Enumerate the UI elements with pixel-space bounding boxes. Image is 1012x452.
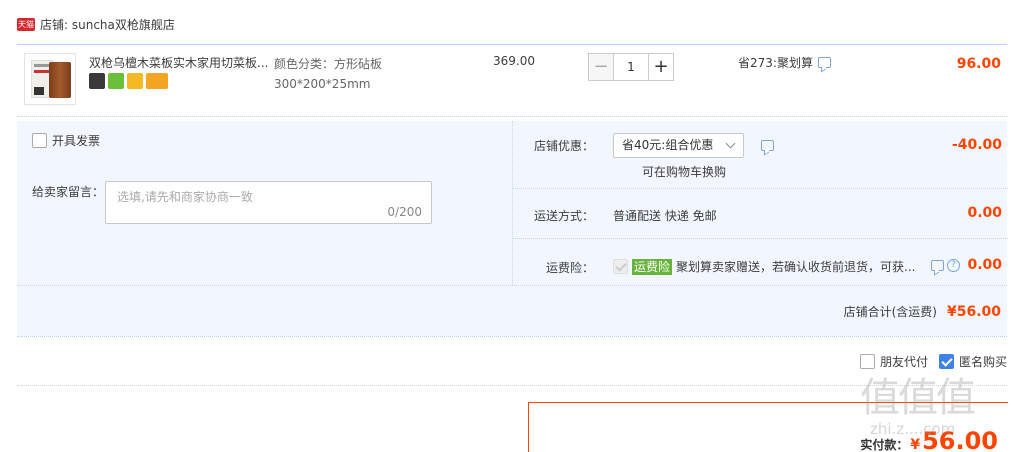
insurance-label: 运费险： (545, 261, 594, 275)
chevron-down-icon (725, 138, 736, 149)
shipping-row: 运送方式： 0.00 (513, 189, 1008, 239)
service-badges (89, 73, 168, 89)
message-label: 给卖家留言： (32, 185, 105, 199)
credit-card-icon (146, 73, 168, 89)
shop-total: 店铺合计(含运费) ¥56.00 (844, 303, 1001, 320)
promo-selected-value: 省40元:组合优惠 (622, 138, 714, 152)
tmall-badge-icon: 天猫 (17, 17, 35, 31)
quantity-stepper: − 1 + (588, 53, 674, 81)
shipping-method: 普通配送 快递 免邮 (613, 209, 717, 223)
insurance-icons: ? (931, 259, 960, 272)
insurance-checkbox[interactable] (613, 259, 628, 274)
guarantee-icon (127, 73, 143, 89)
promo-row: 店铺优惠： 省40元:组合优惠 可在购物车换购 -40.00 (513, 121, 1008, 189)
product-sku: 颜色分类：方形砧板300*200*25mm (274, 57, 383, 91)
quantity-decrease-button[interactable]: − (588, 53, 614, 81)
payment-label: 实付款： (860, 438, 909, 452)
shipping-label: 运送方式： (533, 209, 594, 223)
order-options-panel: 开具发票 给卖家留言： 选填,请先和商家协商一致 0/200 店铺优惠： 省40… (17, 121, 1008, 337)
chat-icon[interactable] (817, 57, 831, 68)
divider (17, 285, 1007, 286)
promo-select[interactable]: 省40元:组合优惠 (613, 133, 744, 158)
insurance-text: 聚划算卖家赠送，若确认收货前退货，可获... (676, 260, 916, 274)
watermark-logo: 值值值 (860, 375, 976, 421)
message-char-count: 0/200 (387, 205, 422, 219)
promo-label: 店铺优惠： (533, 139, 594, 153)
insurance-amount: 0.00 (967, 257, 1002, 273)
panel-left: 开具发票 给卖家留言： 选填,请先和商家协商一致 0/200 (17, 121, 511, 285)
promo-amount: -40.00 (951, 137, 1002, 153)
tmall-cat-icon (89, 73, 105, 89)
shop-header: 天猫 店铺: suncha双枪旗舰店 (17, 14, 175, 34)
help-icon[interactable]: ? (947, 259, 960, 272)
shop-total-label: 店铺合计(含运费) (843, 305, 937, 319)
shop-name-link[interactable]: 店铺: suncha双枪旗舰店 (40, 16, 175, 33)
discount-text: 省273:聚划算 (738, 56, 813, 70)
chat-icon[interactable] (761, 140, 774, 151)
payment-currency: ¥ (910, 437, 921, 452)
insurance-tag: 运费险 (632, 258, 673, 275)
chat-icon[interactable] (931, 260, 944, 271)
seven-day-return-icon (108, 73, 124, 89)
watermark-text: zhi.z....com (870, 420, 956, 438)
invoice-checkbox[interactable] (32, 133, 47, 148)
shipping-amount: 0.00 (967, 205, 1002, 221)
panel-right: 店铺优惠： 省40元:组合优惠 可在购物车换购 -40.00 运送方式： 0.0… (512, 121, 1008, 285)
shop-total-amount: ¥56.00 (946, 303, 1001, 320)
invoice-label: 开具发票 (52, 134, 101, 148)
unit-price: 369.00 (493, 54, 535, 68)
product-title-link[interactable]: 双枪乌檀木菜板实木家用切菜板... (89, 54, 271, 71)
seller-message-textarea[interactable]: 选填,请先和商家协商一致 0/200 (105, 181, 432, 224)
item-discount: 省273:聚划算 (738, 54, 831, 71)
invoice-option[interactable]: 开具发票 (32, 132, 100, 149)
promo-sub-text: 可在购物车换购 (642, 165, 727, 179)
order-item-row: 双枪乌檀木菜板实木家用切菜板... 颜色分类：方形砧板300*200*25mm … (17, 44, 1007, 117)
divider (17, 385, 1007, 386)
quantity-increase-button[interactable]: + (648, 53, 674, 81)
item-subtotal: 96.00 (956, 56, 1001, 72)
quantity-input[interactable]: 1 (614, 53, 648, 81)
product-thumbnail[interactable] (24, 53, 76, 105)
message-placeholder: 选填,请先和商家协商一致 (117, 190, 253, 204)
insurance-option: 运费险 聚划算卖家赠送，若确认收货前退货，可获... (613, 258, 919, 275)
